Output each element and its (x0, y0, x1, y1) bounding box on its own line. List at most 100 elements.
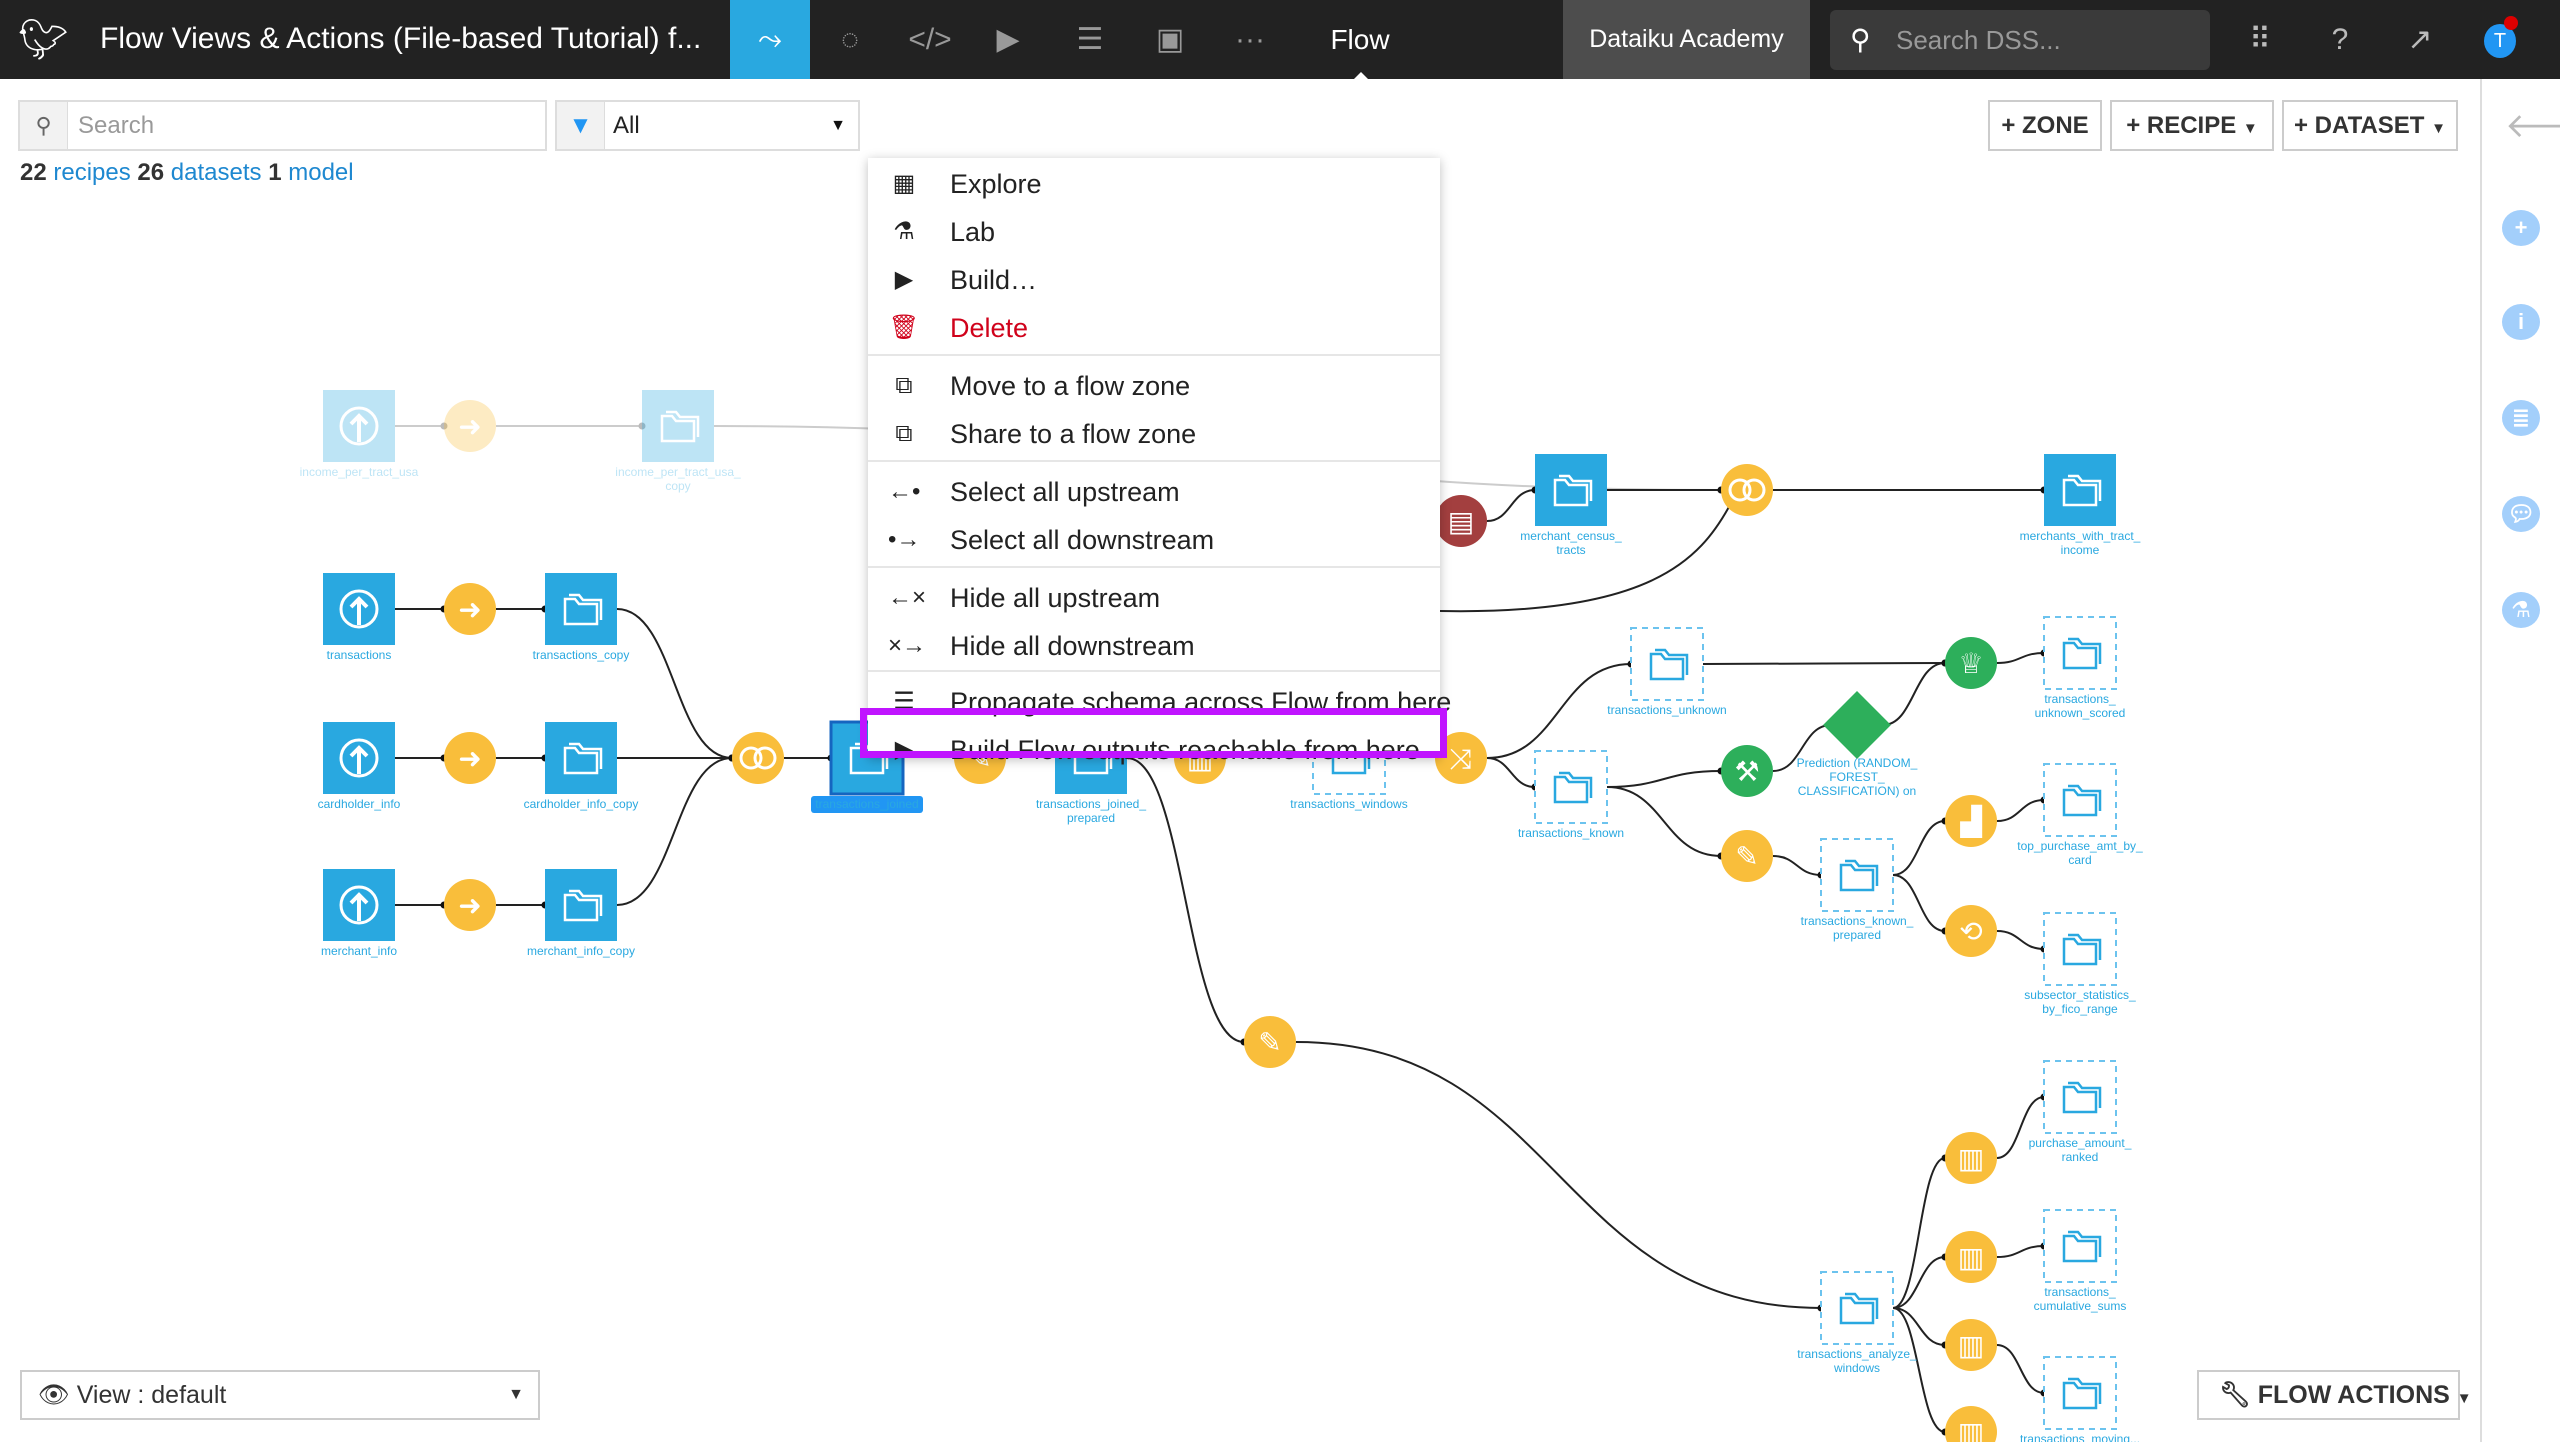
recipe-node[interactable]: ▟ (1945, 795, 1997, 847)
search-icon: ⚲ (1850, 24, 1871, 55)
datasets-link[interactable]: datasets (171, 159, 262, 186)
dataset-node[interactable]: merchant_census_tracts (1520, 454, 1622, 557)
menu-divider (868, 354, 1440, 356)
dataset-node[interactable]: transactions_unknown_scored (2035, 616, 2126, 720)
recipe-node[interactable]: ⟲ (1945, 905, 1997, 957)
context-menu: ▦ Explore ⚗ Lab ▶ Build… 🗑︎ Delete ⧉ Move to a fl… (868, 158, 1451, 765)
code-icon[interactable]: </> (890, 0, 970, 79)
recipe-node[interactable]: ▤ (1435, 495, 1487, 547)
recipe-node[interactable]: ✎ (1244, 1016, 1296, 1068)
plus-icon[interactable]: + (2502, 210, 2540, 246)
menu-item-select-all-upstream[interactable]: ←• Select all upstream (868, 468, 1440, 516)
node-label: transactions_joined_ (1036, 797, 1146, 811)
menu-item-build[interactable]: ▶ Build… (868, 256, 1440, 304)
prep-recipe-icon: ✎ (1258, 1026, 1281, 1059)
add-dataset-label: + DATASET (2294, 112, 2425, 139)
dataset-node[interactable]: cardholder_info_copy (524, 722, 639, 811)
dataset-node[interactable]: transactions (323, 573, 395, 662)
help-icon[interactable]: ? (2310, 0, 2370, 79)
dataiku-logo-icon[interactable]: 🐦︎ (18, 16, 69, 64)
dataset-node[interactable]: merchants_with_tract_income (2020, 454, 2141, 557)
menu-item-lab[interactable]: ⚗ Lab (868, 208, 1440, 256)
top-navbar: 🐦︎ Flow Views & Actions (File-based Tuto… (0, 0, 2560, 79)
add-dataset-button[interactable]: + DATASET ▼ (2282, 100, 2458, 151)
chevron-down-icon: ▼ (830, 117, 846, 134)
dataset-node[interactable]: cardholder_info (318, 722, 401, 811)
models-link[interactable]: model (288, 159, 353, 186)
view-select[interactable]: 👁︎ View : default ▼ (20, 1370, 540, 1420)
dataset-node[interactable]: transactions_moving... (2020, 1356, 2140, 1442)
dataset-node[interactable]: transactions_unknown (1607, 627, 1727, 717)
recipe-node[interactable]: ▥ (1945, 1406, 1997, 1442)
dataset-node[interactable]: transactions_copy (533, 573, 630, 662)
recipe-node[interactable]: ➜ (444, 879, 496, 931)
recipe-node[interactable]: ➜ (444, 583, 496, 635)
add-zone-button[interactable]: + ZONE (1988, 100, 2102, 151)
run-icon[interactable]: ▶ (968, 0, 1048, 79)
menu-item-explore[interactable]: ▦ Explore (868, 160, 1440, 208)
eye-icon: 👁︎ (38, 1381, 70, 1409)
menu-item-select-all-downstream[interactable]: •→ Select all downstream (868, 516, 1440, 564)
menu-item-delete[interactable]: 🗑︎ Delete (868, 304, 1440, 352)
recipe-node[interactable] (732, 732, 784, 784)
recipe-node[interactable]: ▥ (1945, 1132, 1997, 1184)
filter-select[interactable]: ▼ All ▼ (555, 100, 860, 151)
recipe-node[interactable]: ➜ (444, 400, 496, 452)
deploy-icon[interactable]: ☰ (1050, 0, 1130, 79)
recipes-link[interactable]: recipes (53, 159, 130, 186)
flow-icon[interactable]: ⤳ (730, 0, 810, 79)
add-recipe-label: + RECIPE (2126, 112, 2237, 139)
dataset-node[interactable]: transactions_analyze_windows (1797, 1271, 1917, 1375)
dataset-node[interactable]: income_per_tract_usa (300, 390, 419, 479)
dataset-node[interactable]: transactions_known_prepared (1801, 838, 1914, 942)
lab-icon[interactable]: ⚗ (2502, 592, 2540, 628)
dataset-node[interactable]: purchase_amount_ranked (2029, 1060, 2132, 1164)
flow-search-input[interactable]: ⚲ Search (18, 100, 547, 151)
menu-item-label: Move to a flow zone (950, 371, 1191, 401)
dss-search-input[interactable]: ⚲ Search DSS... (1830, 10, 2210, 70)
recipe-node[interactable]: ✎ (1721, 830, 1773, 882)
node-label: merchant_census_ (1520, 529, 1622, 543)
project-title[interactable]: Flow Views & Actions (File-based Tutoria… (100, 18, 701, 60)
dashboard-icon[interactable]: ▣ (1130, 0, 1210, 79)
info-icon[interactable]: i (2502, 304, 2540, 340)
search-icon: ⚲ (20, 102, 68, 149)
activity-icon[interactable]: ↗ (2390, 0, 2450, 79)
recipe-node[interactable]: ♕ (1945, 637, 1997, 689)
discussion-icon[interactable]: 💬︎ (2502, 496, 2540, 532)
dataset-node[interactable]: merchant_info_copy (527, 869, 635, 958)
add-recipe-button[interactable]: + RECIPE ▼ (2110, 100, 2274, 151)
dataset-node[interactable]: income_per_tract_usa_copy (615, 390, 741, 493)
dataset-node[interactable]: transactions_cumulative_sums (2034, 1209, 2127, 1313)
more-icon[interactable]: ··· (1210, 0, 1290, 79)
model-node[interactable]: Prediction (RANDOM_FOREST_CLASSIFICATION… (1797, 691, 1918, 798)
instance-name[interactable]: Dataiku Academy (1563, 0, 1810, 79)
dataset-node[interactable]: merchant_info (321, 869, 397, 958)
menu-item-move-to-a-flow-zone[interactable]: ⧉ Move to a flow zone (868, 362, 1440, 410)
dataset-node[interactable]: subsector_statistics_by_fico_range (2024, 912, 2136, 1016)
menu-item-hide-all-downstream[interactable]: ×→ Hide all downstream (868, 622, 1440, 670)
apps-grid-icon[interactable]: ⠿ (2230, 0, 2290, 79)
recipe-node[interactable]: ▥ (1945, 1231, 1997, 1283)
flow-edge (1996, 1344, 2045, 1394)
dataset-node[interactable]: top_purchase_amt_by_card (2017, 763, 2143, 867)
recipe-node[interactable]: ➜ (444, 732, 496, 784)
node-label: prepared (1833, 928, 1881, 942)
recipe-node[interactable] (1721, 464, 1773, 516)
menu-item-share-to-a-flow-zone[interactable]: ⧉ Share to a flow zone (868, 410, 1440, 458)
node-label: transactions_known_ (1801, 914, 1914, 928)
menu-divider (868, 460, 1440, 462)
node-label: cardholder_info (318, 797, 401, 811)
schema-icon[interactable]: ≣ (2502, 400, 2540, 436)
models-count: 1 (268, 159, 282, 186)
menu-item-hide-all-upstream[interactable]: ←× Hide all upstream (868, 574, 1440, 622)
recipe-node[interactable]: ⚒ (1721, 745, 1773, 797)
node-label: transactions_unknown (1607, 703, 1726, 717)
flow-actions-button[interactable]: 🔧︎ FLOW ACTIONS ▼ (2197, 1370, 2472, 1420)
lab-icon[interactable]: ◌ (810, 0, 890, 79)
back-arrow-icon[interactable]: 🡐 (2505, 105, 2560, 146)
node-label: transactions_moving... (2020, 1432, 2140, 1442)
dataset-node[interactable]: transactions_known (1518, 750, 1624, 840)
recipe-node[interactable]: ▥ (1945, 1319, 1997, 1371)
node-label: cumulative_sums (2034, 1299, 2127, 1313)
